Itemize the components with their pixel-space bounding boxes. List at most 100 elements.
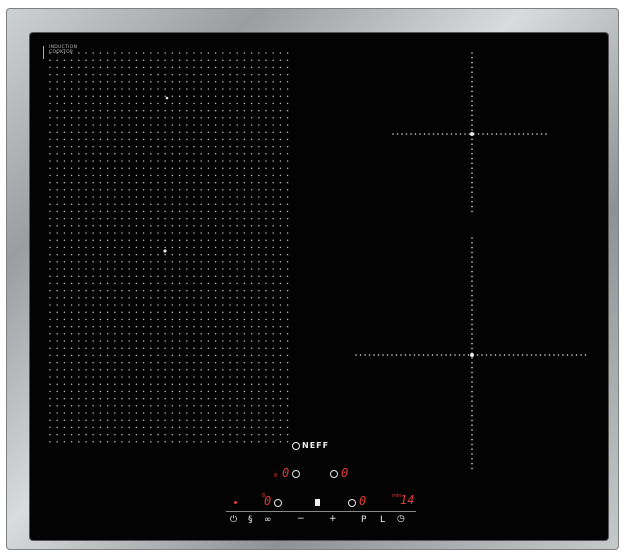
marking-dot xyxy=(171,369,174,371)
marking-dot xyxy=(171,354,174,357)
marking-dot xyxy=(250,304,253,306)
marking-dot xyxy=(164,167,166,169)
marking-dot xyxy=(114,174,116,177)
marking-dot xyxy=(92,261,94,263)
marking-dot xyxy=(63,131,66,133)
marking-dot xyxy=(214,189,217,191)
marking-dot xyxy=(135,289,138,292)
marking-dot xyxy=(128,117,130,119)
marking-dot xyxy=(70,117,73,119)
marking-dot xyxy=(135,181,138,184)
marking-dot xyxy=(186,73,188,76)
timer-button[interactable]: ◷ xyxy=(397,514,405,524)
marking-dot xyxy=(471,148,473,150)
zone-select-button-3[interactable] xyxy=(274,499,282,507)
marking-dot xyxy=(236,117,238,119)
marking-dot xyxy=(78,419,80,421)
marking-dot xyxy=(63,311,66,313)
marking-dot xyxy=(243,66,246,69)
marking-dot xyxy=(157,131,159,133)
marking-dot xyxy=(135,347,138,349)
marking-dot xyxy=(575,354,578,356)
marking-dot xyxy=(49,297,51,299)
marking-dot xyxy=(70,217,73,220)
marking-dot xyxy=(171,246,174,249)
marking-dot xyxy=(265,196,267,198)
marking-dot xyxy=(545,133,547,135)
marking-dot xyxy=(279,318,282,321)
marking-dot xyxy=(164,88,166,90)
marking-dot xyxy=(471,157,473,160)
marking-dot xyxy=(229,81,231,83)
marking-dot xyxy=(214,52,217,54)
marking-dot xyxy=(157,282,159,285)
marking-dot xyxy=(243,441,246,443)
marking-dot xyxy=(229,354,231,357)
marking-dot xyxy=(536,133,538,135)
marking-dot xyxy=(85,304,87,306)
power-button[interactable]: ⏻ xyxy=(230,515,237,525)
marking-dot xyxy=(186,131,188,133)
marking-dot xyxy=(214,253,217,256)
marking-dot xyxy=(243,210,246,213)
marking-dot xyxy=(265,81,267,83)
marking-dot xyxy=(142,419,145,421)
l-button[interactable]: L xyxy=(380,515,385,525)
marking-dot xyxy=(171,181,174,184)
marking-dot xyxy=(78,210,80,213)
marking-dot xyxy=(471,309,473,311)
zone-select-button-4[interactable] xyxy=(348,499,356,507)
marking-dot xyxy=(207,196,210,198)
marking-dot xyxy=(193,203,195,205)
marking-dot xyxy=(99,390,102,393)
marking-dot xyxy=(63,261,66,263)
marking-dot xyxy=(56,275,58,277)
marking-dot xyxy=(106,52,109,54)
marking-dot xyxy=(135,66,138,69)
marking-dot xyxy=(471,414,473,417)
marking-dot xyxy=(157,340,159,342)
marking-dot xyxy=(193,253,195,256)
marking-dot xyxy=(78,361,80,364)
marking-dot xyxy=(236,297,238,299)
marking-dot xyxy=(99,95,102,97)
marking-dot xyxy=(272,196,274,198)
marking-dot xyxy=(258,124,260,126)
touch-control-bar[interactable] xyxy=(226,511,416,512)
marking-dot xyxy=(186,239,188,241)
marking-dot xyxy=(272,246,274,249)
p-button[interactable]: P xyxy=(361,515,366,525)
marking-dot xyxy=(63,354,66,357)
marking-dot xyxy=(70,145,73,148)
marking-dot xyxy=(186,304,188,306)
plus-button[interactable]: + xyxy=(329,514,337,524)
marking-dot xyxy=(214,441,217,443)
zone-select-button-1[interactable] xyxy=(292,470,300,478)
minus-button[interactable]: − xyxy=(297,514,305,524)
marking-dot xyxy=(265,181,267,184)
marking-dot xyxy=(150,383,152,385)
marking-dot xyxy=(222,441,224,443)
flex-zone-icon[interactable] xyxy=(315,499,320,506)
marking-dot xyxy=(236,318,238,321)
marking-dot xyxy=(222,426,224,429)
marking-dot xyxy=(78,52,80,54)
marking-dot xyxy=(214,275,217,277)
marking-dot xyxy=(229,167,231,169)
link-button[interactable]: ∞ xyxy=(264,515,272,525)
zone-select-button-2[interactable] xyxy=(330,470,338,478)
marking-dot xyxy=(164,73,166,76)
marking-dot xyxy=(200,311,202,313)
marking-dot xyxy=(279,282,282,285)
marking-dot xyxy=(70,239,73,241)
marking-dot xyxy=(121,117,123,119)
marking-dot xyxy=(142,239,145,241)
flex-button[interactable]: § xyxy=(248,515,253,525)
marking-dot xyxy=(471,371,473,374)
marking-dot xyxy=(508,354,510,356)
marking-dot xyxy=(63,203,66,205)
marking-dot xyxy=(92,153,94,155)
marking-dot xyxy=(193,160,195,162)
marking-dot xyxy=(186,361,188,364)
marking-dot xyxy=(471,462,473,465)
